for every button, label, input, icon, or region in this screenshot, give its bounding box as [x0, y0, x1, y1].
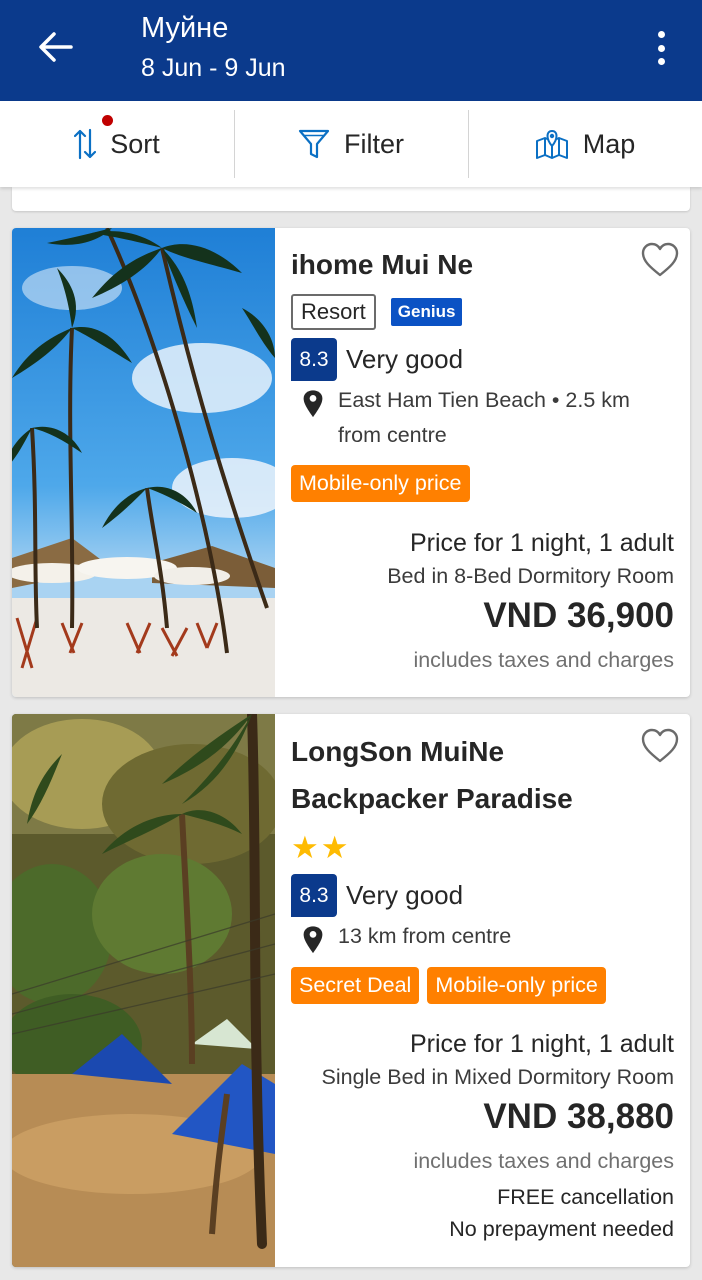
- sort-arrows-icon: [74, 128, 97, 160]
- property-card[interactable]: LongSon MuiNe Backpacker Paradise ★★ 8.3…: [12, 714, 690, 1267]
- dot-icon: [657, 58, 665, 65]
- location-text: 13 km from centre: [338, 924, 512, 948]
- secret-deal-tag: Secret Deal: [291, 967, 420, 1004]
- price: VND 36,900: [483, 596, 674, 635]
- taxes-note: includes taxes and charges: [413, 1149, 674, 1173]
- location-row: 13 km from centre: [291, 919, 674, 955]
- date-range[interactable]: 8 Jun - 9 Jun: [141, 54, 286, 83]
- room-type: Bed in 8-Bed Dormitory Room: [387, 564, 674, 588]
- dot-icon: [657, 31, 665, 38]
- free-cancellation-text: FREE cancellation: [497, 1185, 674, 1209]
- review-score: 8.3: [291, 874, 337, 917]
- no-prepayment-text: No prepayment needed: [449, 1217, 674, 1241]
- location-pin-icon: [303, 926, 323, 954]
- taxes-note: includes taxes and charges: [413, 648, 674, 672]
- property-details: LongSon MuiNe Backpacker Paradise ★★ 8.3…: [291, 714, 679, 1267]
- arrow-left-icon: [39, 32, 73, 62]
- map-button[interactable]: Map: [468, 101, 702, 187]
- property-type-badge: Resort: [291, 294, 376, 330]
- star-rating: ★★: [291, 830, 351, 865]
- genius-badge: Genius: [390, 298, 463, 326]
- review-score: 8.3: [291, 338, 337, 381]
- sort-button[interactable]: Sort: [0, 101, 234, 187]
- destination-title: Муйне: [141, 12, 229, 44]
- deal-tags: Secret Deal Mobile-only price: [291, 967, 674, 1004]
- filter-funnel-icon: [298, 129, 330, 159]
- sort-indicator-dot: [102, 115, 113, 126]
- previous-card-edge: [12, 187, 690, 211]
- badge-row: Resort Genius: [291, 294, 674, 330]
- property-card[interactable]: ihome Mui Ne Resort Genius 8.3 Very good…: [12, 228, 690, 697]
- property-details: ihome Mui Ne Resort Genius 8.3 Very good…: [291, 228, 679, 697]
- property-photo[interactable]: [12, 714, 275, 1267]
- price: VND 38,880: [483, 1097, 674, 1136]
- mobile-only-price-tag: Mobile-only price: [291, 465, 470, 502]
- filter-button[interactable]: Filter: [234, 101, 468, 187]
- review-word: Very good: [346, 880, 464, 910]
- price-for-text: Price for 1 night, 1 adult: [409, 1030, 674, 1058]
- sort-label: Sort: [110, 128, 160, 159]
- map-label: Map: [582, 128, 636, 159]
- dot-icon: [657, 44, 665, 52]
- review-word: Very good: [346, 344, 464, 374]
- property-name[interactable]: LongSon MuiNe Backpacker Paradise: [291, 728, 621, 822]
- results-toolbar: Sort Filter Map: [0, 101, 702, 187]
- back-button[interactable]: [30, 22, 80, 72]
- location-text: East Ham Tien Beach • 2.5 km from centre: [338, 388, 630, 447]
- app-header: Муйне 8 Jun - 9 Jun: [0, 0, 702, 101]
- map-icon: [535, 129, 568, 159]
- mobile-only-price-tag: Mobile-only price: [427, 967, 606, 1004]
- location-row: East Ham Tien Beach • 2.5 km from centre: [291, 383, 674, 453]
- price-for-text: Price for 1 night, 1 adult: [409, 529, 674, 557]
- rating-row: 8.3 Very good: [291, 874, 674, 917]
- rating-row: 8.3 Very good: [291, 338, 674, 381]
- property-name[interactable]: ihome Mui Ne: [291, 241, 674, 288]
- location-pin-icon: [303, 390, 323, 418]
- price-block: Price for 1 night, 1 adult Single Bed in…: [322, 1027, 675, 1245]
- heart-icon[interactable]: [640, 728, 680, 764]
- filter-label: Filter: [344, 128, 404, 159]
- deal-tags: Mobile-only price: [291, 465, 674, 502]
- room-type: Single Bed in Mixed Dormitory Room: [321, 1065, 675, 1089]
- more-options-button[interactable]: [646, 26, 676, 70]
- property-photo[interactable]: [12, 228, 275, 697]
- price-block: Price for 1 night, 1 adult Bed in 8-Bed …: [387, 526, 674, 680]
- heart-icon[interactable]: [640, 242, 680, 278]
